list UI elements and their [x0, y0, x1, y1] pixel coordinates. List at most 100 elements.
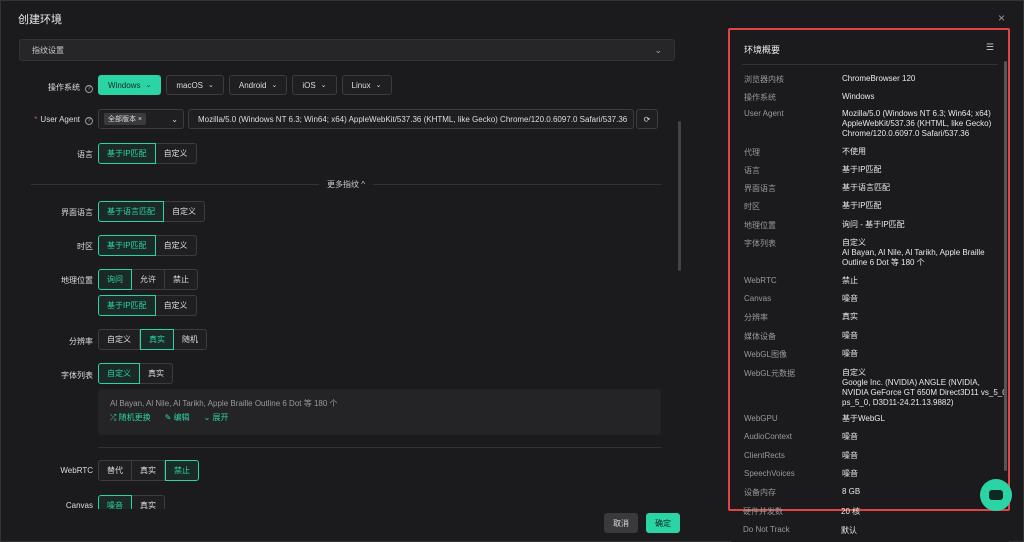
summary-key: SpeechVoices [744, 469, 795, 478]
summary-row: Canvas 噪音 [744, 294, 1004, 304]
chat-support-button[interactable] [980, 479, 1012, 511]
divider [742, 64, 998, 65]
summary-key: AudioContext [744, 432, 793, 441]
confirm-button[interactable]: 确定 [646, 513, 680, 533]
summary-value: 禁止 [842, 276, 858, 285]
summary-key: 浏览器内核 [744, 75, 784, 84]
summary-value: 噪音 [842, 451, 858, 460]
dialog-title: 创建环境 [18, 14, 62, 26]
os-windows-button[interactable]: Windows ⌄ [98, 75, 162, 95]
random-change-button[interactable]: ⤮ 随机更换 [110, 412, 151, 423]
summary-key: User Agent [744, 109, 784, 118]
summary-row: 时区 基于IP匹配 [744, 201, 1004, 211]
summary-value: 噪音 [842, 432, 858, 441]
fonts-segment: 自定义 真实 [98, 363, 173, 384]
chat-icon [989, 490, 1003, 500]
summary-value: 自定义 Al Bayan, Al Nile, Al Tarikh, Apple … [842, 238, 985, 267]
language-label: 语言 [77, 150, 93, 159]
os-macos-button[interactable]: macOS ⌄ [166, 75, 224, 95]
fonts-real-option[interactable]: 真实 [140, 363, 173, 384]
chevron-down-icon: ⌄ [203, 413, 213, 422]
resolution-random-option[interactable]: 随机 [174, 329, 207, 350]
summary-key: 硬件并发数 [743, 507, 783, 516]
language-ip-option[interactable]: 基于IP匹配 [98, 143, 156, 164]
language-custom-option[interactable]: 自定义 [155, 143, 197, 164]
summary-row: 语言 基于IP匹配 [744, 165, 1004, 175]
chevron-down-icon: ⌄ [171, 114, 178, 124]
os-label: 操作系统? [19, 82, 93, 93]
left-scrollbar[interactable] [678, 121, 681, 271]
canvas-noise-option[interactable]: 噪音 [98, 495, 132, 509]
geo-ask-option[interactable]: 询问 [98, 269, 132, 290]
font-list-box: Al Bayan, Al Nile, Al Tarikh, Apple Brai… [98, 389, 661, 435]
ui-language-match-option[interactable]: 基于语言匹配 [98, 201, 164, 222]
tag-close-icon[interactable]: × [138, 116, 142, 123]
resolution-label: 分辨率 [69, 337, 93, 346]
webrtc-block-option[interactable]: 禁止 [165, 460, 199, 481]
summary-key: ClientRects [744, 451, 785, 460]
os-android-button[interactable]: Android ⌄ [228, 75, 288, 95]
refresh-icon[interactable]: ⟳ [636, 109, 658, 129]
geo-block-option[interactable]: 禁止 [165, 269, 198, 290]
summary-row: WebGL元数据 自定义 Google Inc. (NVIDIA) ANGLE (… [744, 368, 1007, 408]
help-icon[interactable]: ? [85, 117, 93, 125]
summary-title: 环境概要 [744, 45, 781, 55]
summary-key: 字体列表 [744, 239, 776, 248]
fingerprint-section-header[interactable]: 指纹设置 ⌄ [19, 39, 675, 61]
help-icon[interactable]: ? [85, 85, 93, 93]
canvas-real-option[interactable]: 真实 [132, 495, 165, 509]
cancel-button[interactable]: 取消 [604, 513, 638, 533]
timezone-ip-option[interactable]: 基于IP匹配 [98, 235, 156, 256]
summary-row: SpeechVoices 噪音 [744, 469, 1004, 479]
chevron-down-icon: ⌄ [320, 82, 327, 89]
geo-segment: 询问 允许 禁止 [98, 269, 198, 290]
summary-row: 分辨率 真实 [744, 312, 1004, 322]
edit-button[interactable]: ✎ 编辑 [165, 412, 190, 423]
list-collapse-icon[interactable]: ☰ [986, 42, 994, 53]
summary-row: 设备内存 8 GB [744, 487, 1004, 497]
summary-row: 硬件并发数 20 核 [743, 506, 1013, 516]
summary-key: 地理位置 [744, 221, 776, 230]
os-linux-button[interactable]: Linux ⌄ [341, 75, 392, 95]
os-selector: Windows ⌄ macOS ⌄ Android ⌄ iOS ⌄ Linux ⌄ [98, 75, 392, 95]
ui-language-custom-option[interactable]: 自定义 [164, 201, 205, 222]
geo-ip-option[interactable]: 基于IP匹配 [98, 295, 156, 316]
summary-key: 媒体设备 [744, 332, 776, 341]
summary-row: 界面语言 基于语言匹配 [744, 183, 1004, 193]
fonts-custom-option[interactable]: 自定义 [98, 363, 140, 384]
resolution-real-option[interactable]: 真实 [140, 329, 174, 350]
summary-value: ChromeBrowser 120 [842, 74, 916, 83]
summary-key: WebGPU [744, 414, 778, 423]
ua-input[interactable]: Mozilla/5.0 (Windows NT 6.3; Win64; x64)… [188, 109, 634, 129]
summary-value: 询问 - 基于IP匹配 [842, 220, 905, 229]
geo-allow-option[interactable]: 允许 [132, 269, 165, 290]
summary-key: 时区 [744, 202, 760, 211]
ua-version-tag: 全部版本 × [104, 113, 147, 125]
resolution-custom-option[interactable]: 自定义 [98, 329, 140, 350]
ui-language-label: 界面语言 [61, 208, 93, 217]
summary-key: 操作系统 [744, 93, 776, 102]
summary-value: 噪音 [842, 331, 858, 340]
webrtc-replace-option[interactable]: 替代 [98, 460, 132, 481]
more-fingerprints-toggle[interactable]: 更多指纹 ^ [319, 179, 373, 190]
chevron-down-icon[interactable]: ⌄ [654, 45, 662, 56]
summary-key: WebGL图像 [744, 350, 787, 359]
summary-key: 分辨率 [744, 313, 768, 322]
close-icon[interactable]: × [998, 11, 1005, 25]
ua-row: 全部版本 × ⌄ Mozilla/5.0 (Windows NT 6.3; Wi… [98, 109, 658, 129]
webrtc-segment: 替代 真实 禁止 [98, 460, 199, 481]
chevron-down-icon: ⌄ [208, 82, 214, 89]
os-ios-button[interactable]: iOS ⌄ [292, 75, 337, 95]
summary-row: ClientRects 噪音 [744, 451, 1004, 461]
summary-scrollbar[interactable] [1004, 61, 1007, 471]
ua-version-select[interactable]: 全部版本 × ⌄ [98, 109, 184, 129]
webrtc-real-option[interactable]: 真实 [132, 460, 165, 481]
summary-value: 真实 [842, 312, 858, 321]
timezone-custom-option[interactable]: 自定义 [155, 235, 197, 256]
resolution-segment: 自定义 真实 随机 [98, 329, 207, 350]
environment-summary-panel: 环境概要 ☰ 浏览器内核 ChromeBrowser 120 操作系统 Windows… [728, 28, 1010, 511]
summary-key: 界面语言 [744, 184, 776, 193]
geo-custom-option[interactable]: 自定义 [155, 295, 197, 316]
summary-value: 默认 [841, 526, 857, 535]
expand-button[interactable]: ⌄ 展开 [204, 412, 229, 423]
